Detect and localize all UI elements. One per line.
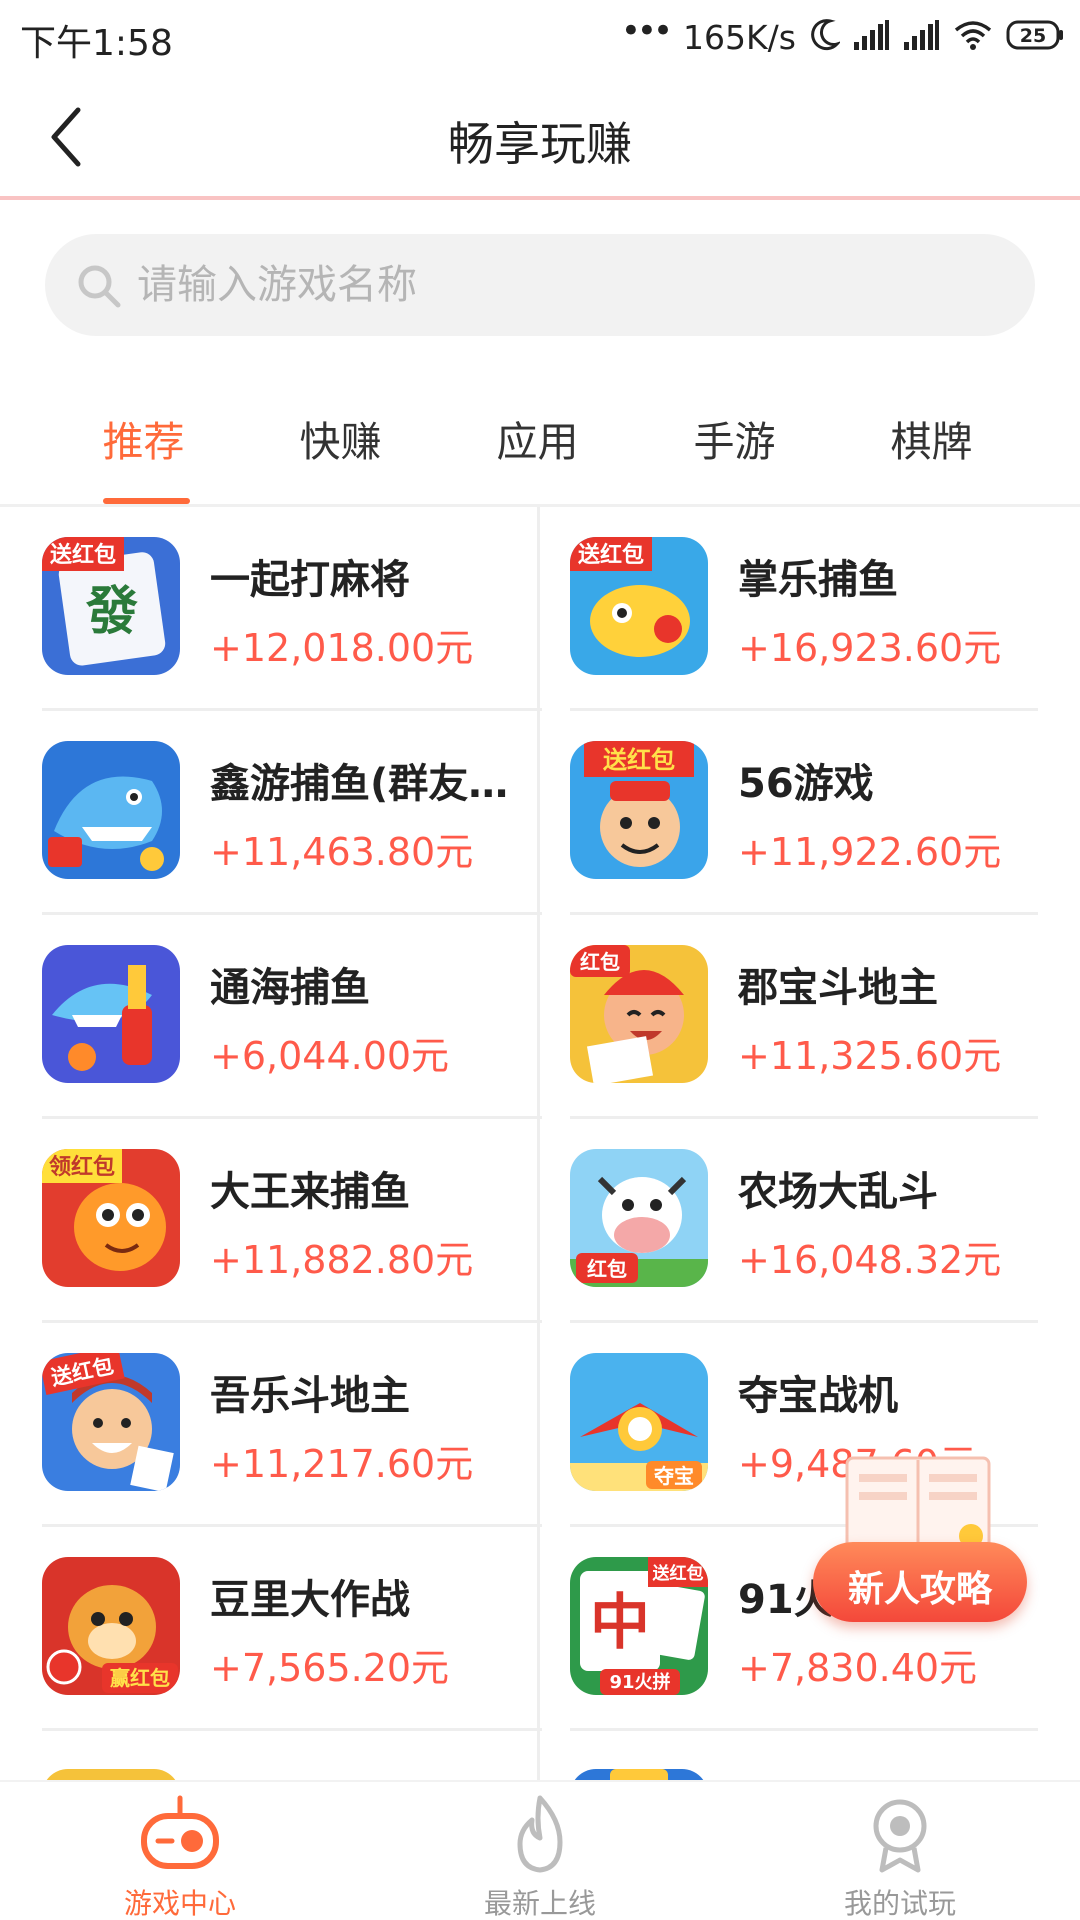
tab-label: 手游 [693, 418, 776, 466]
tab-label: 快赚 [299, 418, 382, 466]
game-name: 农场大乱斗 [738, 1169, 938, 1215]
tab-label: 棋牌 [890, 418, 973, 466]
category-tabs: 推荐 快赚 应用 手游 棋牌 [0, 390, 1080, 504]
game-name: 掌乐捕鱼 [738, 557, 898, 603]
game-icon-badge: 红包 [580, 950, 620, 974]
game-card[interactable]: 送红包 吾乐斗地主 +11,217.60元 [42, 1323, 542, 1527]
nav-label: 游戏中心 [123, 1887, 236, 1920]
game-card[interactable]: 红包 农场大乱斗 +16,048.32元 [570, 1119, 1070, 1323]
nav-my-trials[interactable]: 我的试玩 [720, 1782, 1080, 1920]
signal-icon [854, 20, 890, 54]
tab-board-games[interactable]: 棋牌 [833, 390, 1030, 504]
landlord-icon: 送红包 [42, 1353, 180, 1491]
zhong-tile-icon: 中送红包 91火拼 [570, 1557, 708, 1695]
game-reward: +6,044.00元 [210, 1034, 450, 1078]
game-icon-badge: 送红包 [50, 542, 116, 568]
game-name: 豆里大作战 [210, 1577, 410, 1623]
shark-icon [42, 741, 180, 879]
game-card[interactable]: 领红包 大王来捕鱼 +11,882.80元 [42, 1119, 542, 1323]
fortune-god-icon: 送红包 [570, 741, 708, 879]
search-input[interactable] [137, 234, 997, 336]
fighter-plane-icon: 夺宝 [570, 1353, 708, 1491]
game-card[interactable]: 赢红包 豆里大作战 +7,565.20元 [42, 1527, 542, 1731]
tab-apps[interactable]: 应用 [439, 390, 636, 504]
game-card[interactable] [570, 1731, 1070, 1780]
tab-label: 应用 [496, 418, 579, 466]
page-title: 畅享玩赚 [448, 117, 632, 171]
game-reward: +7,830.40元 [738, 1646, 978, 1690]
shark-blue-icon [42, 945, 180, 1083]
game-reward: +11,217.60元 [210, 1442, 474, 1486]
game-name: 56游戏 [738, 761, 874, 807]
goldfish-icon: 领红包 [42, 1149, 180, 1287]
svg-text:中: 中 [590, 1588, 650, 1658]
nav-game-center[interactable]: 游戏中心 [0, 1782, 360, 1920]
tab-label: 推荐 [102, 418, 185, 466]
search-bar[interactable] [45, 234, 1035, 336]
game-name: 通海捕鱼 [210, 965, 370, 1011]
game-card[interactable]: 發 送红包 一起打麻将 +12,018.00元 [42, 507, 542, 711]
game-name: 一起打麻将 [210, 557, 410, 603]
user-icon [860, 1794, 940, 1874]
game-name: 郡宝斗地主 [738, 965, 938, 1011]
game-icon-badge: 赢红包 [110, 1666, 170, 1690]
game-reward: +16,048.32元 [738, 1238, 1002, 1282]
battery-icon: 25 [1006, 19, 1066, 55]
game-reward: +16,923.60元 [738, 626, 1002, 670]
game-card[interactable]: 送红包 56游戏 +11,922.60元 [570, 711, 1070, 915]
nav-latest[interactable]: 最新上线 [360, 1782, 720, 1920]
game-reward: +11,882.80元 [210, 1238, 474, 1282]
guide-label: 新人攻略 [847, 1569, 992, 1610]
game-card[interactable]: 红包 郡宝斗地主 +11,325.60元 [570, 915, 1070, 1119]
network-speed: 165K/s [683, 17, 796, 57]
svg-text:91火拼: 91火拼 [609, 1671, 670, 1693]
game-name: 大王来捕鱼 [210, 1169, 410, 1215]
game-icon-badge: 夺宝 [653, 1464, 694, 1488]
status-bar: 下午1:58 ••• 165K/s 25 [0, 0, 1080, 74]
game-reward: +11,922.60元 [738, 830, 1002, 874]
search-icon [75, 262, 123, 310]
game-icon-badge: 红包 [587, 1257, 627, 1281]
nav-label: 我的试玩 [843, 1887, 956, 1920]
game-card[interactable]: 通海捕鱼 +6,044.00元 [42, 915, 542, 1119]
game-icon-partial [570, 1769, 708, 1780]
wifi-icon [954, 20, 992, 54]
fish-icon: 送红包 [570, 537, 708, 675]
game-card[interactable] [42, 1731, 542, 1780]
nav-label: 最新上线 [483, 1887, 596, 1920]
game-card[interactable]: 鑫游捕鱼(群友... +11,463.80元 [42, 711, 542, 915]
game-card[interactable]: 送红包 掌乐捕鱼 +16,923.60元 [570, 507, 1070, 711]
header: 畅享玩赚 [0, 74, 1080, 200]
game-reward: +7,565.20元 [210, 1646, 450, 1690]
status-time: 下午1:58 [20, 23, 173, 64]
game-name: 鑫游捕鱼(群友... [210, 761, 510, 807]
game-icon-partial [42, 1769, 180, 1780]
svg-text:發: 發 [85, 582, 138, 642]
moon-icon [810, 18, 842, 56]
cards-boy-icon: 红包 [570, 945, 708, 1083]
tab-recommend[interactable]: 推荐 [45, 390, 242, 504]
bottom-nav: 游戏中心 最新上线 我的试玩 [0, 1780, 1080, 1920]
gamepad-icon [140, 1794, 220, 1874]
cow-icon: 红包 [570, 1149, 708, 1287]
tab-quick-earn[interactable]: 快赚 [242, 390, 439, 504]
game-reward: +12,018.00元 [210, 626, 474, 670]
mahjong-icon: 發 送红包 [42, 537, 180, 675]
hamster-icon: 赢红包 [42, 1557, 180, 1695]
game-icon-badge: 送红包 [578, 542, 644, 568]
game-icon-badge: 送红包 [653, 1563, 704, 1584]
game-icon-badge: 领红包 [49, 1154, 115, 1180]
signal-icon-2 [904, 20, 940, 54]
game-name: 吾乐斗地主 [210, 1373, 410, 1419]
battery-level: 25 [1020, 25, 1046, 47]
flame-icon [500, 1794, 580, 1874]
game-reward: +11,325.60元 [738, 1034, 1002, 1078]
game-icon-badge: 送红包 [603, 746, 675, 774]
status-indicators: ••• 165K/s 25 [621, 14, 1066, 60]
game-reward: +11,463.80元 [210, 830, 474, 874]
more-dots-icon: ••• [620, 11, 673, 51]
tab-mobile-games[interactable]: 手游 [636, 390, 833, 504]
game-name: 夺宝战机 [738, 1373, 898, 1419]
newbie-guide-button[interactable]: 新人攻略 [813, 1452, 1027, 1630]
